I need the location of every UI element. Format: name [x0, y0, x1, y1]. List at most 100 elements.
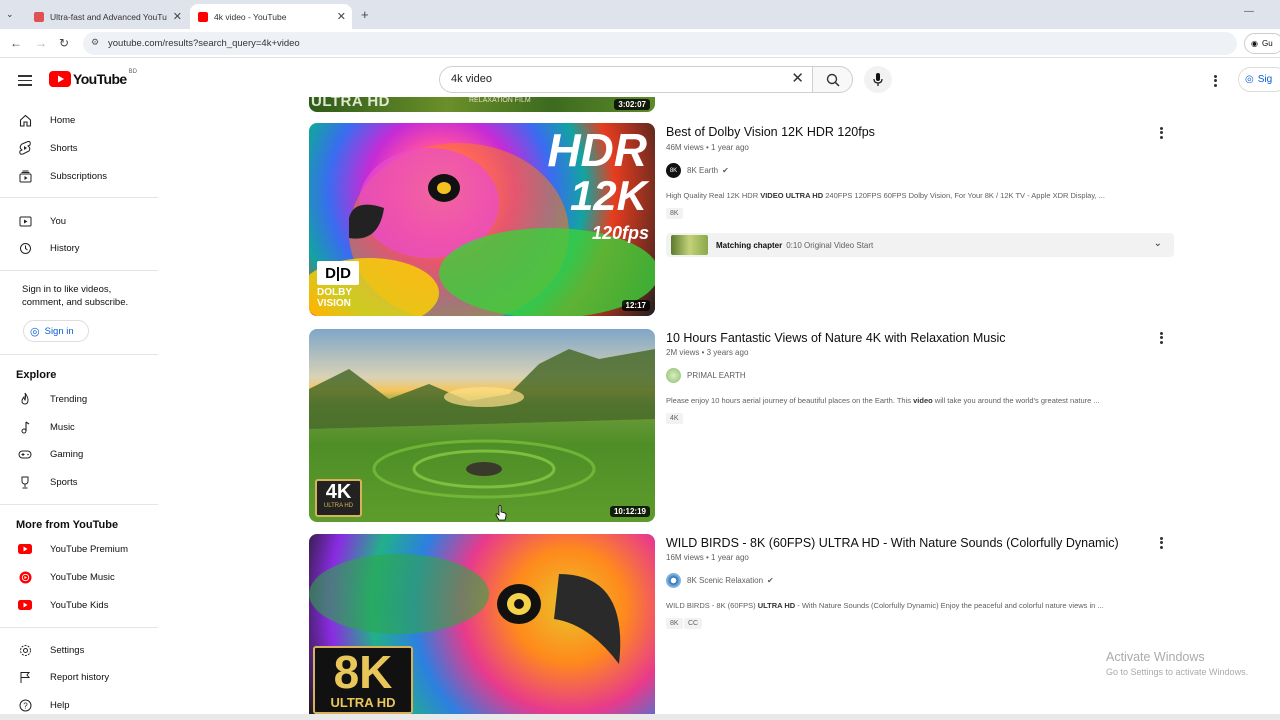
sidebar-item-youtube-music[interactable]: YouTube Music	[18, 567, 115, 587]
thumbnail-text: RELAXATION FILM	[469, 97, 531, 104]
sidebar-divider	[0, 354, 158, 355]
tab-ultra-fast[interactable]: Ultra-fast and Advanced YouTu ✕	[26, 4, 188, 29]
tab-close-icon[interactable]: ✕	[173, 10, 182, 23]
youtube-premium-icon	[18, 542, 32, 556]
verified-icon: ✔	[722, 166, 729, 175]
sidebar-divider	[0, 197, 158, 198]
sidebar-sign-in-button[interactable]: ◎ Sign in	[23, 320, 89, 342]
channel-link[interactable]: 8K 8K Earth ✔	[666, 163, 729, 178]
sidebar-item-label: YouTube Premium	[50, 543, 128, 555]
settings-more-icon[interactable]	[1214, 73, 1217, 88]
more-actions-icon[interactable]	[1158, 330, 1164, 345]
thumbnail-text: 4K	[325, 481, 352, 503]
sidebar-item-shorts[interactable]: Shorts	[18, 138, 77, 158]
youtube-music-icon	[18, 570, 32, 584]
duration-badge: 10:12:19	[609, 506, 650, 517]
video-thumbnail[interactable]: 8K ULTRA HD	[309, 534, 655, 714]
thumbnail-text: HDR	[547, 124, 647, 176]
tab-title: 4k video - YouTube	[214, 11, 287, 22]
clear-search-icon[interactable]: ✕	[791, 71, 804, 86]
sidebar-item-home[interactable]: Home	[18, 110, 75, 130]
video-thumbnail[interactable]: 4K ULTRA HD 10:12:19	[309, 329, 655, 522]
thumbnail-text: 8K	[333, 646, 393, 698]
search-icon	[826, 73, 840, 87]
sidebar-item-gaming[interactable]: Gaming	[18, 444, 83, 464]
profile-label: Gu	[1261, 39, 1273, 48]
url-field[interactable]: ⚙ youtube.com/results?search_query=4k+vi…	[83, 32, 1237, 55]
tab-list-chevron-icon[interactable]: ⌄	[6, 9, 14, 20]
video-title[interactable]: Best of Dolby Vision 12K HDR 120fps	[666, 125, 875, 139]
channel-link[interactable]: 8K Scenic Relaxation ✔	[666, 573, 774, 588]
thumbnail-text: 12K	[569, 172, 647, 219]
tab-close-icon[interactable]: ✕	[337, 10, 346, 23]
tab-youtube[interactable]: 4k video - YouTube ✕	[190, 4, 352, 29]
tab-favicon-icon	[34, 11, 44, 22]
sidebar-item-youtube-kids[interactable]: YouTube Kids	[18, 595, 108, 615]
sidebar-item-music[interactable]: Music	[18, 417, 75, 437]
sidebar-item-subscriptions[interactable]: Subscriptions	[18, 166, 107, 186]
video-meta: 16M views • 1 year ago	[666, 553, 749, 562]
explore-heading: Explore	[16, 369, 57, 381]
site-info-icon[interactable]: ⚙	[91, 37, 99, 48]
sidebar-item-report-history[interactable]: Report history	[18, 667, 109, 687]
trending-icon	[18, 392, 32, 406]
sidebar-item-settings[interactable]: Settings	[18, 640, 84, 660]
sidebar-item-label: Subscriptions	[50, 170, 108, 182]
sports-icon	[18, 475, 32, 489]
description-highlight: VIDEO ULTRA HD	[760, 191, 824, 200]
thumbnail-text: ULTRA HD	[323, 503, 354, 509]
sidebar-item-youtube-premium[interactable]: YouTube Premium	[18, 539, 128, 559]
url-text: youtube.com/results?search_query=4k+vide…	[108, 38, 300, 49]
channel-avatar	[666, 573, 681, 588]
reload-icon[interactable]: ↻	[59, 36, 69, 50]
quality-badge: 4K	[666, 413, 683, 424]
sidebar-item-label: Sports	[50, 476, 78, 488]
minimize-icon[interactable]: —	[1244, 6, 1254, 17]
chapter-label: Matching chapter	[716, 240, 783, 250]
forward-icon[interactable]: →	[35, 36, 47, 50]
bottom-scroll-edge	[0, 714, 1280, 720]
tab-title: Ultra-fast and Advanced YouTu	[50, 11, 167, 22]
menu-icon[interactable]	[18, 72, 32, 89]
sidebar-item-you[interactable]: You	[18, 211, 66, 231]
search-input[interactable]: 4k video ✕	[439, 66, 813, 93]
sidebar-item-label: Home	[50, 114, 76, 126]
video-title[interactable]: WILD BIRDS - 8K (60FPS) ULTRA HD - With …	[666, 536, 1119, 550]
top-result-thumbnail[interactable]: ULTRA HD RELAXATION FILM 3:02:07	[309, 97, 655, 112]
music-icon	[18, 420, 32, 434]
svg-text:?: ?	[23, 701, 28, 710]
flag-icon	[18, 670, 32, 684]
sidebar-item-label: Trending	[50, 393, 88, 405]
sidebar-item-trending[interactable]: Trending	[18, 389, 87, 409]
youtube-logo[interactable]: YouTube BD	[49, 69, 137, 87]
history-icon	[18, 241, 32, 255]
search-button[interactable]	[812, 66, 853, 93]
video-thumbnail[interactable]: HDR 12K 120fps D|D DOLBY VISION 12:17	[309, 123, 655, 316]
header-sign-in-label: Sig	[1257, 74, 1273, 85]
verified-icon: ✔	[767, 576, 774, 585]
sidebar-item-history[interactable]: History	[18, 238, 80, 258]
video-title[interactable]: 10 Hours Fantastic Views of Nature 4K wi…	[666, 331, 1006, 345]
voice-search-button[interactable]	[864, 66, 892, 93]
browser-address-bar: ← → ↻ ⚙ youtube.com/results?search_query…	[0, 29, 1280, 58]
channel-name: 8K Earth	[687, 166, 719, 175]
description-text: High Quality Real 12K HDR	[666, 191, 761, 200]
channel-link[interactable]: PRIMAL EARTH	[666, 368, 746, 383]
sidebar-item-sports[interactable]: Sports	[18, 472, 77, 492]
channel-name: PRIMAL EARTH	[687, 371, 746, 380]
microphone-icon	[873, 72, 883, 86]
more-actions-icon[interactable]	[1158, 125, 1164, 140]
header-sign-in-button[interactable]: ◎ Sig	[1238, 67, 1280, 92]
chevron-down-icon[interactable]: ⌄	[1154, 238, 1162, 249]
quality-badge: 8K	[666, 618, 683, 629]
profile-button[interactable]: ◉ Gu	[1244, 33, 1280, 54]
sidebar-item-help[interactable]: ? Help	[18, 695, 70, 715]
search-value: 4k video	[451, 73, 492, 85]
new-tab-button[interactable]: +	[361, 7, 369, 22]
more-actions-icon[interactable]	[1158, 535, 1164, 550]
sign-in-prompt: Sign in to like videos, comment, and sub…	[22, 284, 129, 308]
matching-chapter-row[interactable]: Matching chapter 0:10 Original Video Sta…	[666, 233, 1174, 257]
logo-text: YouTube	[73, 71, 127, 87]
back-icon[interactable]: ←	[10, 36, 22, 50]
help-icon: ?	[18, 698, 32, 712]
